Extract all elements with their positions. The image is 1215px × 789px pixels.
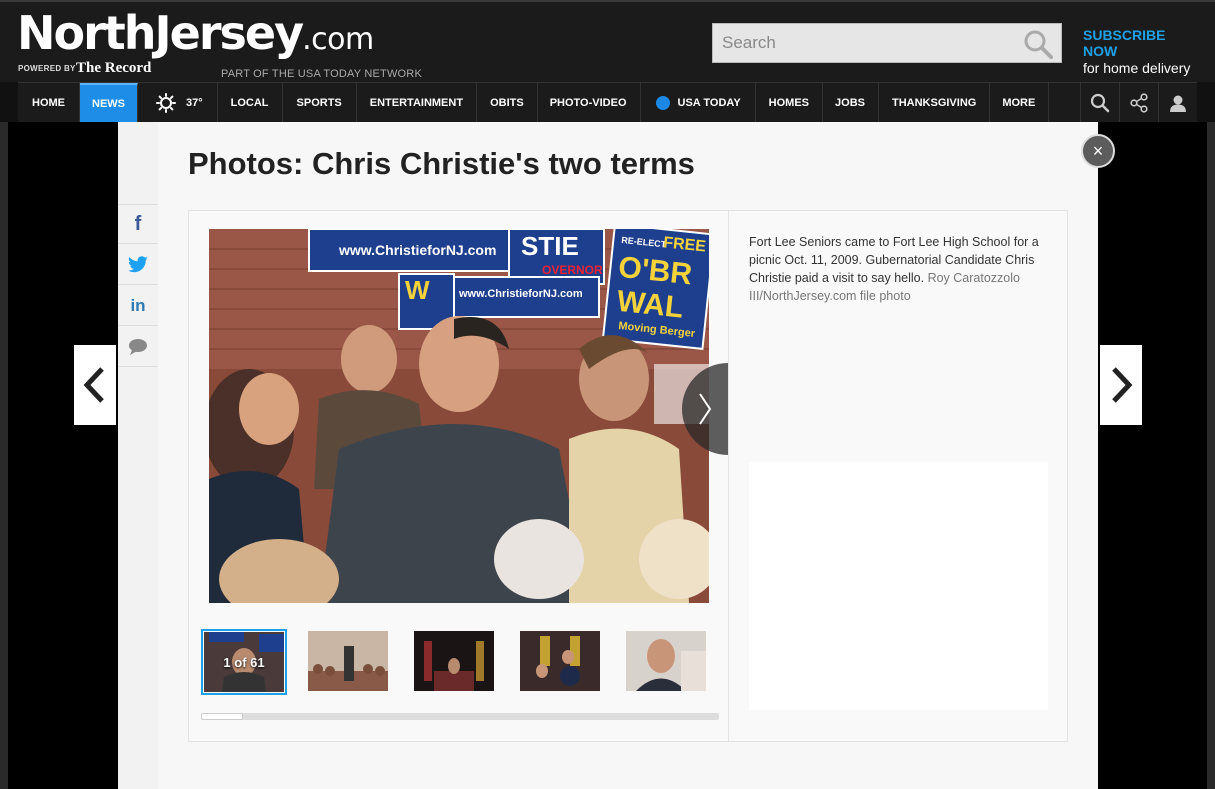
nav-item-home[interactable]: HOME — [18, 83, 80, 123]
chevron-right-icon — [699, 393, 712, 425]
thumbnail-4[interactable] — [520, 631, 600, 691]
nav-item-more[interactable]: MORE — [990, 83, 1050, 123]
network-tagline: PART OF THE USA TODAY NETWORK — [221, 68, 422, 80]
nav-item-thanksgiving[interactable]: THANKSGIVING — [879, 83, 991, 123]
comment-icon — [129, 338, 147, 355]
facebook-icon: f — [134, 212, 142, 235]
subscribe-title: SUBSCRIBE NOW — [1083, 27, 1166, 59]
masthead: NorthJersey.com POWERED BY The Record PA… — [0, 0, 1215, 82]
nav-item-usa-today[interactable]: USA TODAY — [641, 83, 756, 123]
ad-slot — [749, 462, 1048, 710]
chevron-left-icon — [83, 367, 104, 403]
sign-wal-text: WAL — [615, 285, 685, 325]
gallery-panel: www.ChristieforNJ.com STIE OVERNOR www.C… — [188, 210, 1068, 742]
main-nav: HOME NEWS 37° LOCAL SPORTS ENTERTAINMENT… — [18, 82, 1197, 123]
logo-text: NorthJersey — [17, 6, 304, 60]
photo-caption: Fort Lee Seniors came to Fort Lee High S… — [749, 233, 1054, 305]
close-gallery-button[interactable]: × — [1081, 134, 1115, 168]
powered-by-label: POWERED BY — [18, 64, 76, 73]
nav-item-homes[interactable]: HOMES — [756, 83, 824, 123]
sun-icon — [156, 93, 176, 113]
facebook-share-button[interactable]: f — [118, 204, 158, 244]
thumbnail-2[interactable] — [308, 631, 388, 691]
thumbnail-image — [414, 631, 494, 691]
site-logo[interactable]: NorthJersey.com — [17, 10, 374, 56]
nav-item-weather[interactable]: 37° — [138, 83, 218, 123]
nav-user-button[interactable] — [1158, 83, 1197, 123]
sign-website-text: www.ChristieforNJ.com — [338, 242, 496, 258]
search-box — [712, 23, 1062, 63]
nav-share-button[interactable] — [1119, 83, 1158, 123]
close-icon: × — [1092, 140, 1104, 161]
search-icon — [1090, 93, 1110, 113]
thumbnail-5[interactable] — [626, 631, 706, 691]
left-edge — [0, 122, 8, 789]
nav-item-local[interactable]: LOCAL — [218, 83, 283, 123]
logo-dotcom: .com — [302, 22, 374, 57]
the-record-logo: The Record — [76, 60, 152, 76]
search-icon[interactable] — [1023, 29, 1053, 59]
photo-pane: www.ChristieforNJ.com STIE OVERNOR www.C… — [189, 211, 729, 741]
photo-counter: 1 of 61 — [223, 654, 265, 670]
share-icon — [1130, 93, 1148, 113]
twitter-icon — [128, 255, 148, 272]
chevron-right-icon — [1112, 367, 1133, 403]
temperature: 37° — [186, 97, 203, 109]
nav-item-news[interactable]: NEWS — [80, 83, 138, 123]
thumbnail-scrollbar[interactable] — [201, 713, 719, 720]
nav-item-obits[interactable]: OBITS — [477, 83, 538, 123]
twitter-share-button[interactable] — [118, 245, 158, 285]
scrollbar-thumb[interactable] — [201, 713, 243, 720]
thumbnail-image — [626, 631, 706, 691]
user-icon — [1170, 95, 1186, 112]
sign-stie-text: STIE — [521, 231, 579, 261]
thumbnail-strip: 1 of 61 — [201, 629, 721, 695]
main-photo[interactable]: www.ChristieforNJ.com STIE OVERNOR www.C… — [209, 229, 709, 603]
nav-item-photo-video[interactable]: PHOTO-VIDEO — [538, 83, 641, 123]
nav-item-entertainment[interactable]: ENTERTAINMENT — [357, 83, 478, 123]
thumbnail-1[interactable]: 1 of 61 — [201, 629, 287, 695]
sign-governor-text: OVERNOR — [542, 263, 603, 277]
usa-today-globe-icon — [655, 96, 670, 110]
subscribe-link[interactable]: SUBSCRIBE NOW for home delivery — [1083, 27, 1203, 76]
caption-pane: Fort Lee Seniors came to Fort Lee High S… — [749, 233, 1054, 305]
subscribe-subtitle: for home delivery — [1083, 60, 1191, 76]
previous-gallery-arrow[interactable] — [74, 345, 116, 425]
search-input[interactable] — [713, 24, 1013, 62]
gallery-title: Photos: Chris Christie's two terms — [188, 146, 695, 181]
next-gallery-arrow[interactable] — [1100, 345, 1142, 425]
right-edge — [1207, 122, 1215, 789]
next-photo-button[interactable] — [682, 363, 728, 455]
share-column: f in — [118, 122, 158, 789]
gallery-modal: Photos: Chris Christie's two terms www.C… — [158, 122, 1115, 789]
nav-search-button[interactable] — [1080, 83, 1119, 123]
thumbnail-image — [520, 631, 600, 691]
thumbnail-3[interactable] — [414, 631, 494, 691]
linkedin-share-button[interactable]: in — [118, 286, 158, 326]
sign-w-text: W — [405, 275, 430, 305]
thumbnail-image — [308, 631, 388, 691]
linkedin-icon: in — [130, 295, 146, 315]
sign-website-2-text: www.ChristieforNJ.com — [458, 288, 583, 300]
nav-item-sports[interactable]: SPORTS — [283, 83, 357, 123]
comment-button[interactable] — [118, 327, 158, 367]
usa-today-label: USA TODAY — [677, 97, 741, 109]
christie-rally-photo: www.ChristieforNJ.com STIE OVERNOR www.C… — [209, 229, 709, 603]
nav-item-jobs[interactable]: JOBS — [823, 83, 879, 123]
